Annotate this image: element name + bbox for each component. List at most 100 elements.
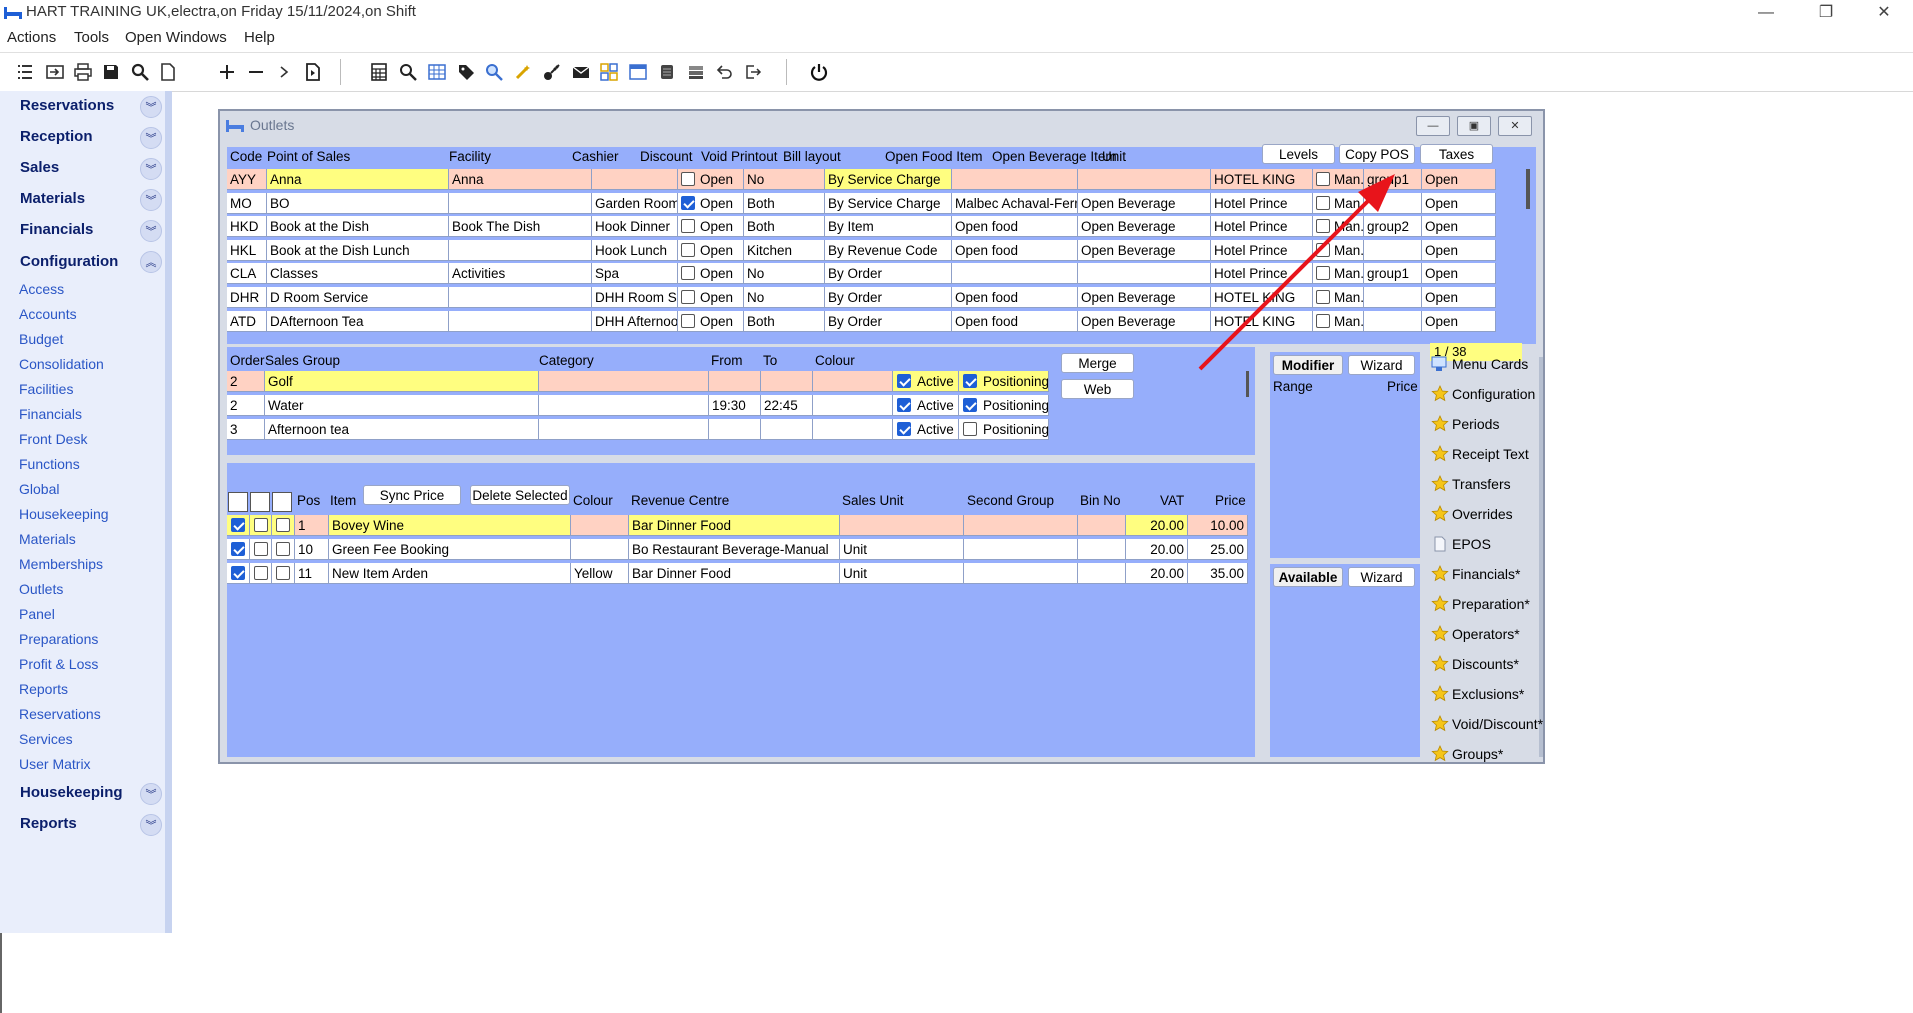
- cell-pos[interactable]: BO: [267, 192, 449, 214]
- cell-colour[interactable]: [813, 419, 893, 440]
- cell-from[interactable]: 19:30: [709, 395, 761, 416]
- o-checkbox[interactable]: [231, 566, 245, 580]
- cell-food[interactable]: Open food: [952, 310, 1078, 332]
- side-button-epos[interactable]: EPOS: [1431, 530, 1551, 558]
- side-button-periods[interactable]: Periods: [1431, 410, 1551, 438]
- item-row[interactable]: 11 New Item Arden Yellow Bar Dinner Food Uni…: [227, 563, 1249, 584]
- play-icon[interactable]: [273, 61, 295, 83]
- cell-pos[interactable]: Book at the Dish: [267, 216, 449, 238]
- nav-link-materials[interactable]: Materials: [19, 531, 76, 547]
- cell-food[interactable]: Open food: [952, 216, 1078, 238]
- nav-link-user-matrix[interactable]: User Matrix: [19, 756, 91, 772]
- cell-category[interactable]: [539, 395, 709, 416]
- chevron-down-icon[interactable]: ︾: [140, 220, 162, 242]
- cell-discount[interactable]: Open: [678, 310, 744, 332]
- cell-second[interactable]: [964, 515, 1078, 536]
- mail-icon[interactable]: [570, 61, 592, 83]
- side-button-preparation[interactable]: Preparation*: [1431, 590, 1551, 618]
- cell-bill[interactable]: By Order: [825, 263, 952, 285]
- cell-order[interactable]: 3: [227, 419, 265, 440]
- menu-open-windows[interactable]: Open Windows: [125, 29, 227, 46]
- positioning-cell[interactable]: Positioning: [959, 395, 1049, 416]
- o-cell[interactable]: [227, 539, 250, 560]
- cell-facility[interactable]: Book The Dish: [449, 216, 592, 238]
- cell-void[interactable]: No: [744, 263, 825, 285]
- chevron-down-icon[interactable]: ︾: [140, 189, 162, 211]
- levels-button[interactable]: Levels: [1262, 144, 1335, 164]
- sync-price-button[interactable]: Sync Price: [363, 485, 461, 505]
- cell-bill[interactable]: By Service Charge: [825, 169, 952, 190]
- cell-void[interactable]: Kitchen: [744, 239, 825, 261]
- active-cell[interactable]: Active: [893, 419, 959, 440]
- cell-bill[interactable]: By Order: [825, 310, 952, 332]
- cell-status[interactable]: Open: [1422, 192, 1496, 214]
- close-button[interactable]: ✕: [1861, 0, 1907, 26]
- o-cell[interactable]: [227, 515, 250, 536]
- side-button-operators[interactable]: Operators*: [1431, 620, 1551, 648]
- find-icon[interactable]: [397, 61, 419, 83]
- window-maximize-button[interactable]: ▣: [1457, 116, 1491, 136]
- positioning-cell[interactable]: Positioning: [959, 371, 1049, 392]
- cell-bill[interactable]: By Order: [825, 287, 952, 308]
- w-checkbox[interactable]: [254, 542, 268, 556]
- nav-section-reservations[interactable]: Reservations: [20, 97, 114, 114]
- nav-section-reception[interactable]: Reception: [20, 128, 93, 145]
- chevron-down-icon[interactable]: ︾: [140, 814, 162, 836]
- grid-icon[interactable]: [426, 61, 448, 83]
- cell-pos[interactable]: 10: [295, 539, 329, 560]
- cell-revenue[interactable]: Bo Restaurant Beverage-Manual: [629, 539, 840, 560]
- list-icon[interactable]: [14, 61, 36, 83]
- import-icon[interactable]: [44, 61, 66, 83]
- cell-bin[interactable]: [1078, 515, 1126, 536]
- o-checkbox[interactable]: [231, 542, 245, 556]
- zoom-icon[interactable]: [483, 61, 505, 83]
- cell-void[interactable]: No: [744, 287, 825, 308]
- active-checkbox[interactable]: [897, 374, 911, 388]
- active-cell[interactable]: Active: [893, 371, 959, 392]
- nav-link-global[interactable]: Global: [19, 481, 59, 497]
- available-wizard-button[interactable]: Wizard: [1348, 567, 1415, 587]
- chevron-down-icon[interactable]: ︾: [140, 96, 162, 118]
- w-cell[interactable]: [250, 539, 272, 560]
- cell-vat[interactable]: 20.00: [1126, 539, 1188, 560]
- available-tab[interactable]: Available: [1273, 567, 1343, 587]
- cell-cashier[interactable]: Hook Lunch: [592, 239, 678, 261]
- cell-void[interactable]: Both: [744, 310, 825, 332]
- side-button-configuration[interactable]: Configuration: [1431, 380, 1551, 408]
- side-button-groups[interactable]: Groups*: [1431, 740, 1551, 768]
- group-row[interactable]: 2 Water 19:30 22:45 Active Positioning: [227, 395, 1049, 416]
- cell-pos[interactable]: Anna: [267, 169, 449, 190]
- cell-to[interactable]: [761, 419, 813, 440]
- print-icon[interactable]: [72, 61, 94, 83]
- cell-discount[interactable]: Open: [678, 192, 744, 214]
- window-close-button[interactable]: ✕: [1498, 116, 1532, 136]
- new-document-icon[interactable]: [157, 61, 179, 83]
- cell-item[interactable]: New Item Arden: [329, 563, 571, 584]
- cell-to[interactable]: [761, 371, 813, 392]
- active-checkbox[interactable]: [897, 398, 911, 412]
- cell-discount[interactable]: Open: [678, 239, 744, 261]
- cell-price[interactable]: 10.00: [1188, 515, 1248, 536]
- nav-link-reports[interactable]: Reports: [19, 681, 68, 697]
- cell-facility[interactable]: [449, 192, 592, 214]
- discount-checkbox[interactable]: [681, 195, 695, 210]
- cell-facility[interactable]: [449, 287, 592, 308]
- nav-section-reports[interactable]: Reports: [20, 815, 77, 832]
- search-icon[interactable]: [129, 61, 151, 83]
- o-cell[interactable]: [227, 563, 250, 584]
- cell-unit[interactable]: [840, 515, 964, 536]
- cell-pos[interactable]: Classes: [267, 263, 449, 285]
- positioning-checkbox[interactable]: [963, 398, 977, 412]
- side-button-discounts[interactable]: Discounts*: [1431, 650, 1551, 678]
- cell-cashier[interactable]: DHH Afternoon: [592, 310, 678, 332]
- key-icon[interactable]: [541, 61, 563, 83]
- side-button-menu-cards[interactable]: Menu Cards: [1431, 350, 1551, 378]
- cell-bill[interactable]: By Service Charge: [825, 192, 952, 214]
- cell-status[interactable]: Open: [1422, 310, 1496, 332]
- copy-pos-button[interactable]: Copy POS: [1339, 144, 1415, 164]
- d-checkbox[interactable]: [276, 566, 290, 580]
- cell-status[interactable]: Open: [1422, 287, 1496, 308]
- layout-icon[interactable]: [598, 61, 620, 83]
- nav-link-budget[interactable]: Budget: [19, 331, 63, 347]
- nav-link-functions[interactable]: Functions: [19, 456, 80, 472]
